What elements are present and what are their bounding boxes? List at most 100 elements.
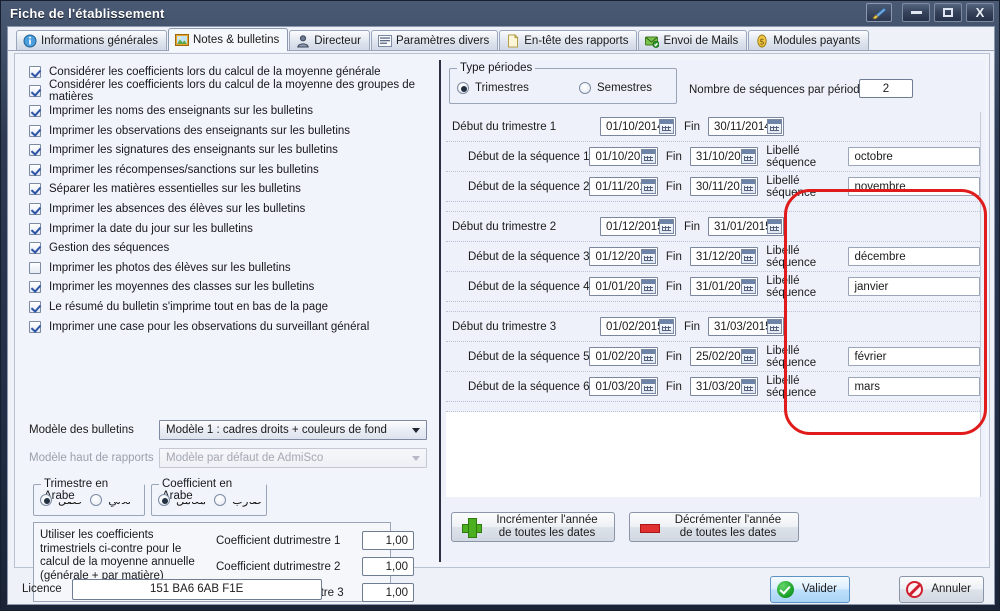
calendar-icon[interactable] [659,219,674,234]
tab-notes-bulletins[interactable]: Notes & bulletins [167,28,289,52]
tab-modules-payants[interactable]: $ Modules payants [748,30,870,51]
calendar-icon[interactable] [741,279,757,294]
option-row[interactable]: Gestion des séquences [29,238,429,258]
option-row[interactable]: Imprimer les noms des enseignants sur le… [29,101,429,121]
increment-year-button[interactable]: Incrémenter l'année de toutes les dates [451,512,615,542]
type-periode-semestres[interactable]: Semestres [579,82,652,94]
libelle-input[interactable]: janvier [848,277,980,296]
end-date-field[interactable]: 30/11/2014 [689,177,759,196]
end-date-field[interactable]: 31/03/2015 [707,317,784,336]
checkbox[interactable] [29,300,41,313]
start-date-field[interactable]: 01/03/2015 [589,377,658,396]
annuler-button[interactable]: Annuler [899,575,984,603]
tab-en-tete-des-rapports[interactable]: En-tête des rapports [499,30,638,51]
start-date-field[interactable]: 01/12/2015 [600,217,676,236]
periods-sequences-list[interactable]: Début du trimestre 1 01/10/2014 Fin 30/1… [446,112,981,497]
option-row[interactable]: Imprimer les signatures des enseignants … [29,140,429,160]
calendar-icon[interactable] [659,119,674,134]
minimize-button[interactable] [902,3,930,22]
libelle-input[interactable]: février [848,347,980,366]
option-row[interactable]: Le résumé du bulletin s'imprime tout en … [29,297,429,317]
option-row[interactable]: Imprimer les observations des enseignant… [29,121,429,141]
libelle-input[interactable]: novembre [848,177,980,196]
end-date-field[interactable]: 31/10/2014 [689,147,759,166]
option-row[interactable]: Imprimer les absences des élèves sur les… [29,199,429,219]
checkbox[interactable] [29,320,41,333]
start-date-field[interactable]: 01/11/2014 [589,177,658,196]
maximize-button[interactable] [934,3,962,22]
calendar-icon[interactable] [766,119,782,134]
nb-sequences-input[interactable]: 2 [859,79,913,98]
end-date-field[interactable]: 30/11/2014 [707,117,784,136]
start-date-field[interactable]: 01/12/2015 [589,247,658,266]
calendar-icon[interactable] [640,179,656,194]
tab-envoi-de-mails[interactable]: Envoi de Mails [638,30,748,51]
checkbox[interactable] [29,104,41,117]
calendar-icon[interactable] [741,379,757,394]
calendar-icon[interactable] [640,379,656,394]
calendar-icon[interactable] [741,179,757,194]
option-row[interactable]: Imprimer les photos des élèves sur les b… [29,258,429,278]
option-row[interactable]: Séparer les matières essentielles sur le… [29,180,429,200]
tab-informations-generales[interactable]: Informations générales [16,30,167,51]
checkbox[interactable] [29,281,41,294]
option-row[interactable]: Imprimer les moyennes des classes sur le… [29,278,429,298]
radio[interactable] [579,82,591,94]
radio[interactable] [90,494,103,506]
type-periode-trimestres[interactable]: Trimestres [457,82,565,94]
start-date-field[interactable]: 01/02/2015 [589,347,658,366]
calendar-icon[interactable] [741,249,757,264]
checkbox[interactable] [29,85,41,98]
checkbox[interactable] [29,222,41,235]
checkbox[interactable] [29,261,41,274]
calendar-icon[interactable] [766,319,782,334]
radio[interactable] [457,82,469,94]
option-row[interactable]: Imprimer la date du jour sur les bulleti… [29,219,429,239]
end-date-field[interactable]: 25/02/2015 [689,347,759,366]
brush-icon[interactable] [866,3,892,22]
start-date-field[interactable]: 01/10/2014 [589,147,658,166]
start-date-field[interactable]: 01/10/2014 [600,117,676,136]
start-date-field[interactable]: 01/02/2015 [600,317,676,336]
calendar-icon[interactable] [659,319,674,334]
close-button[interactable]: X [966,3,994,22]
option-row[interactable]: Imprimer les récompenses/sanctions sur l… [29,160,429,180]
checkbox[interactable] [29,124,41,137]
libelle-input[interactable]: octobre [848,147,980,166]
start-date-field[interactable]: 01/01/2015 [589,277,658,296]
radio[interactable] [158,494,170,506]
valider-button[interactable]: Valider [770,575,850,603]
bulletin-model-select[interactable]: Modèle 1 : cadres droits + couleurs de f… [159,420,427,440]
minus-icon [640,518,660,536]
ban-icon [906,580,924,598]
radio[interactable] [214,494,227,506]
calendar-icon[interactable] [741,149,757,164]
tab-parametres-divers[interactable]: Paramètres divers [370,30,499,51]
radio[interactable] [40,494,52,506]
calendar-icon[interactable] [640,349,656,364]
checkbox[interactable] [29,242,41,255]
tab-directeur[interactable]: Directeur [289,30,370,51]
libelle-input[interactable]: décembre [848,247,980,266]
checkbox[interactable] [29,202,41,215]
checkbox[interactable] [29,183,41,196]
end-date-field[interactable]: 31/12/2015 [689,247,759,266]
row-label: Début de la séquence 1 [468,150,590,163]
end-date-field[interactable]: 31/01/2015 [689,277,759,296]
libelle-input[interactable]: mars [848,377,980,396]
checkbox[interactable] [29,65,41,78]
end-date-field[interactable]: 31/03/2015 [689,377,759,396]
checkbox[interactable] [29,144,41,157]
calendar-icon[interactable] [766,219,782,234]
decrement-year-button[interactable]: Décrémenter l'année de toutes les dates [629,512,799,542]
calendar-icon[interactable] [640,279,656,294]
calendar-icon[interactable] [640,249,656,264]
licence-input[interactable]: 151 BA6 6AB F1E [71,578,322,600]
end-date-field[interactable]: 31/01/2015 [707,217,784,236]
coefficient-input[interactable]: 1,00 [362,531,414,550]
checkbox[interactable] [29,163,41,176]
calendar-icon[interactable] [640,149,656,164]
calendar-icon[interactable] [741,349,757,364]
option-row[interactable]: Considérer les coefficients lors du calc… [29,79,429,103]
option-row[interactable]: Imprimer une case pour les observations … [29,317,429,337]
